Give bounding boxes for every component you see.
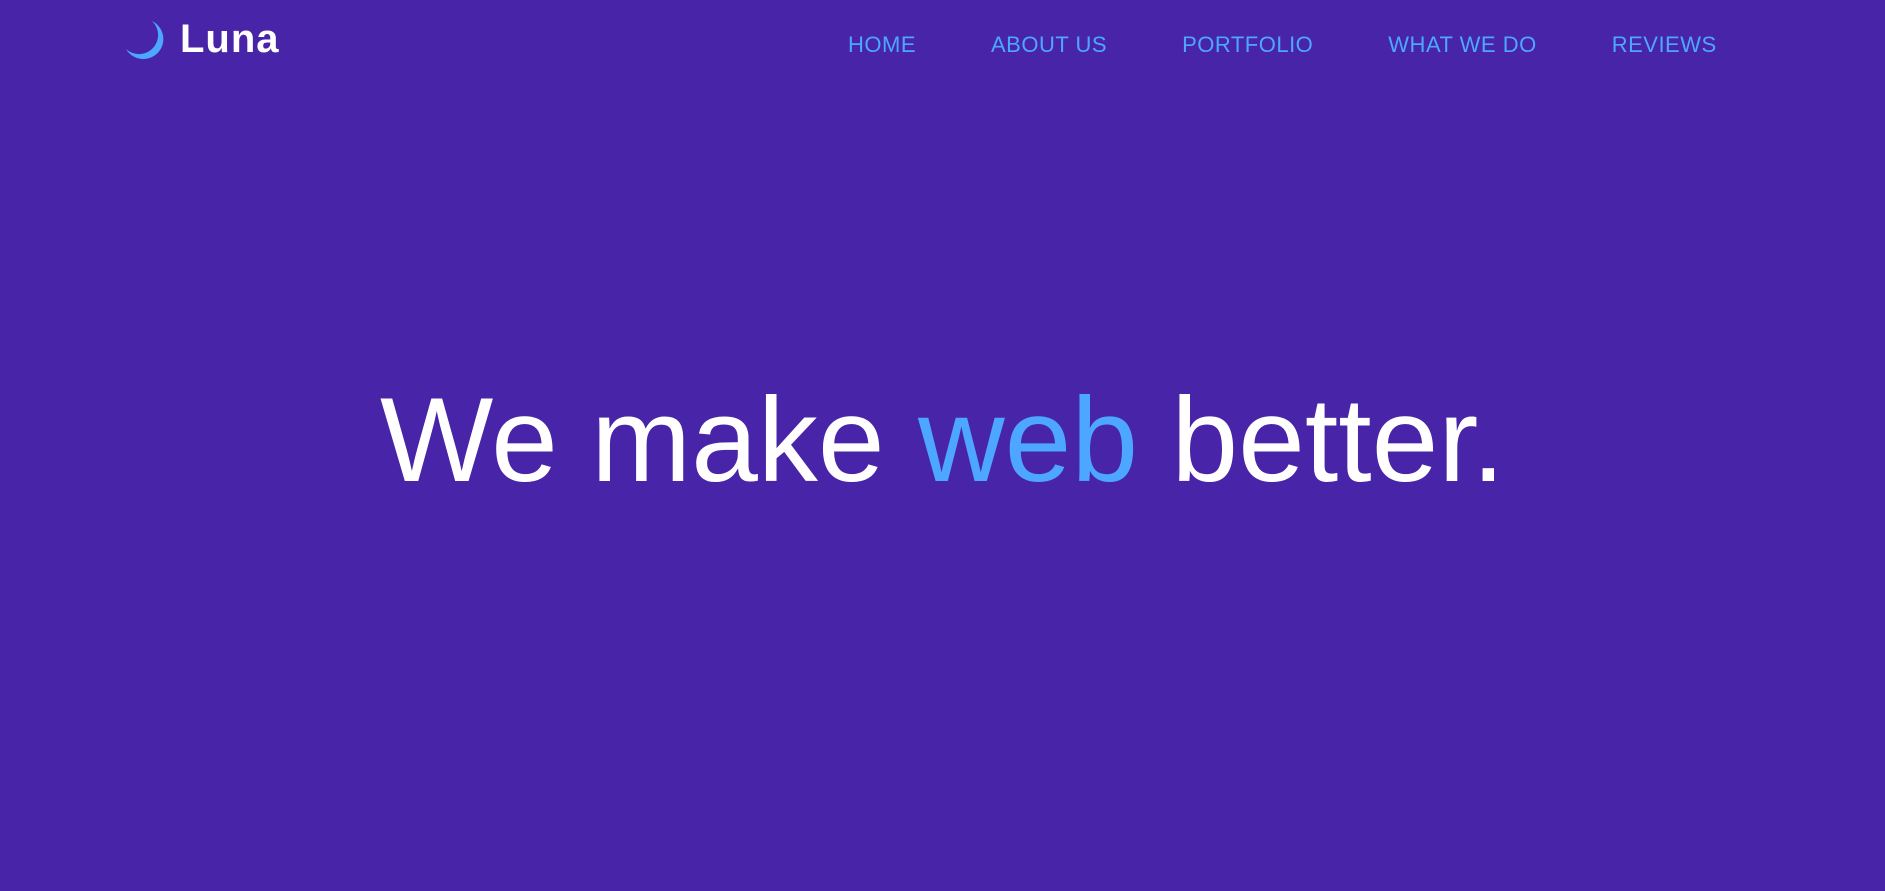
main-nav: HOME ABOUT US PORTFOLIO WHAT WE DO REVIE… [848,31,1717,59]
nav-item-portfolio[interactable]: PORTFOLIO [1182,31,1313,59]
brand-name: Luna [180,17,280,61]
nav-item-home[interactable]: HOME [848,31,916,59]
hero-text-after: better. [1171,373,1505,507]
hero-highlight-word: web [917,373,1139,507]
hero-text-before: We make [379,373,885,507]
hero-headline: We make web better. [0,370,1885,510]
nav-item-about-us[interactable]: ABOUT US [991,31,1107,59]
brand-logo[interactable]: Luna [122,16,280,62]
nav-item-reviews[interactable]: REVIEWS [1612,31,1717,59]
nav-item-what-we-do[interactable]: WHAT WE DO [1388,31,1536,59]
hero-section: We make web better. [0,370,1885,510]
top-bar: Luna HOME ABOUT US PORTFOLIO WHAT WE DO … [0,0,1885,90]
moon-icon [126,21,164,60]
